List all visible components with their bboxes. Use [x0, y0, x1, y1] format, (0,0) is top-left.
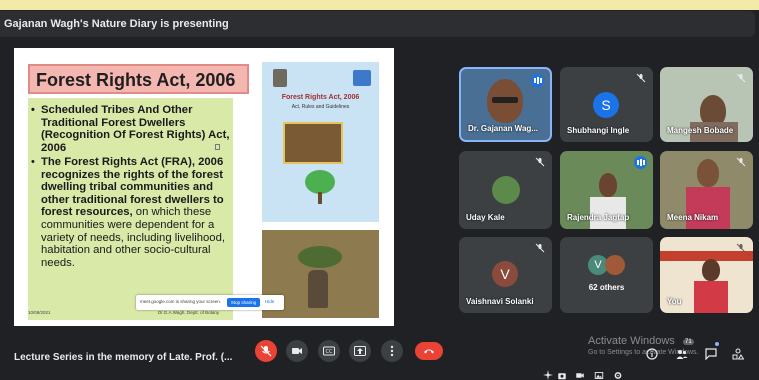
participant-tile[interactable]: S Shubhangi Ingle	[560, 67, 653, 142]
more-options-button[interactable]	[381, 340, 403, 362]
participant-video	[697, 159, 719, 187]
slide-footer-date: 10/08/2021	[28, 310, 51, 315]
people-icon[interactable]	[676, 348, 688, 360]
slide-footer: 10/08/2021 Dr.G.A.Wagh, Deptt. of Botany	[28, 310, 233, 315]
participant-name: Meena Nikam	[667, 213, 719, 222]
present-icon	[354, 346, 366, 356]
mic-off-icon	[736, 157, 746, 167]
others-tile[interactable]: V 62 others	[560, 237, 653, 313]
stop-sharing-button[interactable]: Stop sharing	[227, 298, 260, 307]
book-cover-image: Forest Rights Act, 2006 Act, Rules and G…	[262, 62, 379, 222]
participant-tile[interactable]: Rajendra Jagtap	[560, 151, 653, 229]
participant-tile[interactable]: Mangesh Bobade	[660, 67, 753, 142]
participant-name: Rajendra Jagtap	[567, 213, 630, 222]
camera-toggle-button[interactable]	[286, 340, 308, 362]
slide-bullet-1-text: Scheduled Tribes And Other Traditional F…	[41, 104, 230, 154]
slide-title-box: Forest Rights Act, 2006	[28, 64, 249, 94]
slide-bullet-2-text: The Forest Rights Act (FRA), 2006 recogn…	[33, 156, 233, 269]
mic-off-icon	[260, 345, 272, 357]
captions-icon: CC	[323, 346, 335, 356]
participant-tile[interactable]: Dr. Gajanan Wag...	[459, 67, 552, 142]
participant-tile[interactable]: Uday Kale	[459, 151, 552, 229]
presenting-banner: Gajanan Wagh's Nature Diary is presentin…	[0, 11, 755, 37]
hide-button[interactable]: Hide	[265, 299, 274, 304]
sparkle-icon[interactable]	[543, 370, 553, 380]
mic-off-icon	[736, 243, 746, 253]
participant-video	[599, 173, 617, 197]
slide-bullet-1: • Scheduled Tribes And Other Traditional…	[31, 104, 233, 154]
camera-icon	[292, 348, 302, 354]
participant-name: Mangesh Bobade	[667, 126, 734, 135]
pen-cursor-icon	[215, 144, 220, 150]
mic-toggle-button[interactable]	[255, 340, 277, 362]
presenting-text: Gajanan Wagh's Nature Diary is presentin…	[4, 18, 229, 30]
participant-saree	[686, 187, 730, 229]
slide-bullet-2: • The Forest Rights Act (FRA), 2006 reco…	[31, 156, 233, 269]
participant-saree	[694, 281, 728, 313]
participant-name: Vaishnavi Solanki	[466, 297, 534, 306]
top-accent-bar	[0, 0, 759, 10]
participant-name: Uday Kale	[466, 213, 505, 222]
leaf-bundle	[298, 246, 342, 268]
avatar: V	[492, 261, 518, 287]
participant-name: Dr. Gajanan Wag...	[468, 124, 538, 133]
tree-trunk	[318, 192, 322, 204]
participant-name: Shubhangi Ingle	[567, 126, 630, 135]
record-video-icon[interactable]	[575, 371, 585, 380]
mic-off-icon	[535, 243, 545, 253]
leave-call-button[interactable]	[415, 342, 443, 360]
phone-hangup-icon	[424, 349, 434, 354]
speaking-indicator-icon	[531, 74, 544, 87]
mic-off-icon	[535, 157, 545, 167]
svg-text:CC: CC	[326, 349, 333, 355]
glasses	[492, 97, 518, 103]
meeting-details-icon[interactable]	[646, 348, 658, 360]
more-vert-icon	[390, 345, 394, 357]
activities-icon[interactable]	[732, 348, 744, 360]
government-emblem-icon	[273, 69, 287, 87]
slide-body: • Scheduled Tribes And Other Traditional…	[28, 98, 233, 320]
participant-tile[interactable]: V Vaishnavi Solanki	[459, 237, 552, 313]
person-figure	[308, 270, 328, 308]
bullet-dot: •	[31, 156, 35, 168]
avatar	[605, 255, 625, 275]
cover-subtitle: Act, Rules and Guidelines	[291, 104, 350, 110]
undp-logo-icon	[353, 70, 371, 86]
present-now-button[interactable]	[349, 340, 371, 362]
meeting-title[interactable]: Lecture Series in the memory of Late. Pr…	[14, 352, 232, 363]
avatar: S	[593, 92, 619, 118]
participant-video	[702, 259, 720, 281]
cover-title: Forest Rights Act, 2006	[281, 94, 360, 101]
bottom-control-bar: Lecture Series in the memory of Late. Pr…	[0, 330, 759, 380]
settings-gear-icon[interactable]	[613, 371, 623, 380]
shared-screen: Forest Rights Act, 2006 • Scheduled Trib…	[14, 48, 394, 326]
mic-off-icon	[736, 73, 746, 83]
chat-notification-dot	[715, 342, 719, 346]
mic-off-icon	[636, 73, 646, 83]
participant-count-badge: 71	[683, 339, 694, 345]
slide-footer-author: Dr.G.A.Wagh, Deptt. of Botany	[158, 310, 220, 315]
activate-windows-watermark: Activate Windows	[588, 335, 675, 347]
participant-tile[interactable]: Meena Nikam	[660, 151, 753, 229]
speaking-indicator-icon	[634, 156, 647, 169]
others-count-label: 62 others	[588, 283, 625, 292]
share-popup-text: meet.google.com is sharing your screen.	[140, 299, 222, 304]
screen-share-popup: meet.google.com is sharing your screen. …	[136, 295, 284, 310]
cover-photo	[283, 122, 343, 164]
self-tile[interactable]: You	[660, 237, 753, 313]
gallery-icon[interactable]	[594, 371, 604, 380]
bullet-dot: •	[31, 104, 35, 116]
captions-button[interactable]: CC	[318, 340, 340, 362]
chat-icon[interactable]	[705, 348, 717, 360]
slide-title: Forest Rights Act, 2006	[36, 70, 236, 90]
avatar	[492, 176, 520, 204]
participant-name: You	[667, 297, 682, 306]
screenshot-camera-icon[interactable]	[557, 371, 567, 380]
tree-icon	[305, 170, 335, 194]
